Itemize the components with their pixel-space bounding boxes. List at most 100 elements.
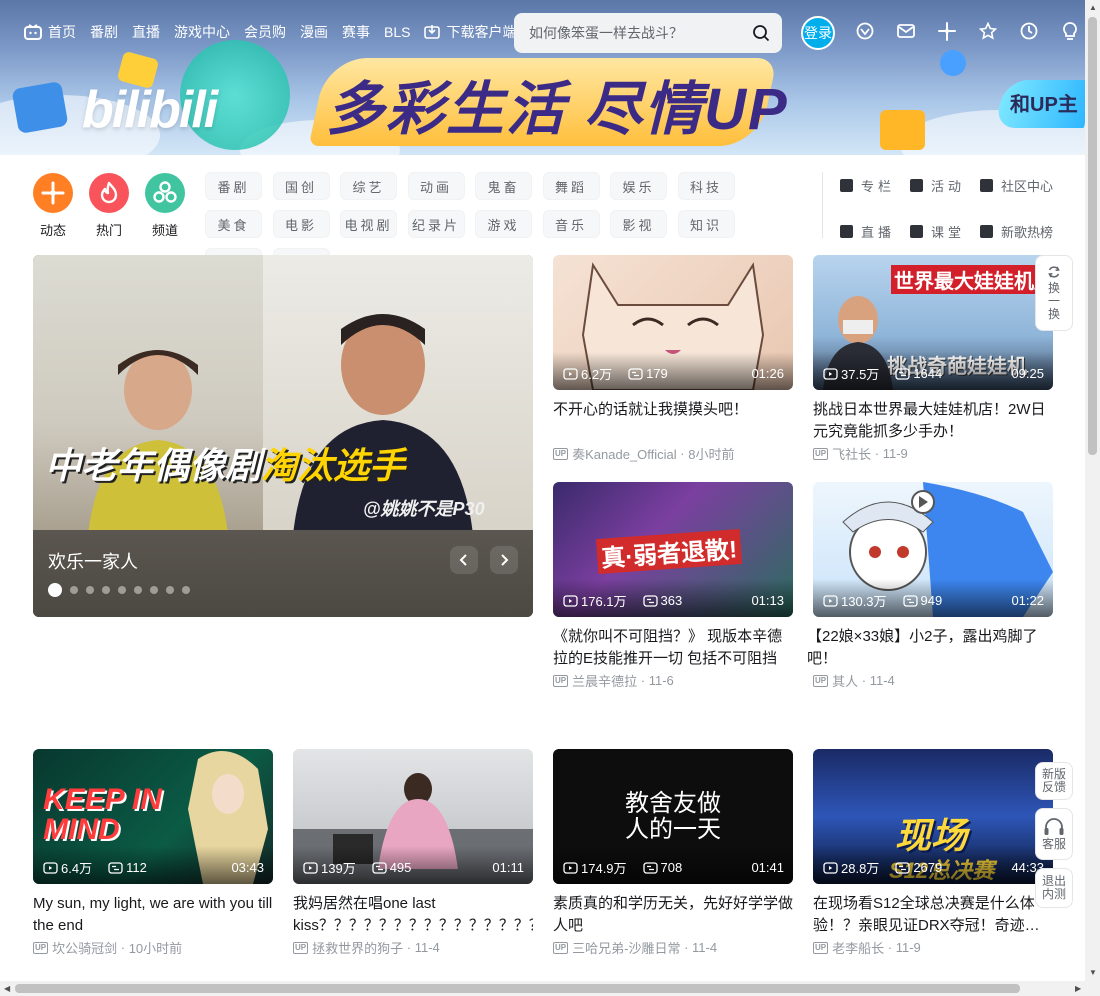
horizontal-scroll-thumb[interactable] xyxy=(15,984,1020,993)
video-title[interactable]: 我妈居然在唱one last kiss？？？？？？？？？？？？？？？？？？ xyxy=(293,893,533,937)
video-owner[interactable]: UP 兰晨辛德拉 · 11-6 xyxy=(553,671,793,690)
history-icon[interactable] xyxy=(1020,22,1038,42)
vip-icon[interactable] xyxy=(856,22,874,42)
nav-item-bls[interactable]: BLS xyxy=(384,24,410,40)
quick-link[interactable]: 新歌热榜 xyxy=(980,218,1060,244)
video-card[interactable]: 真·弱者退散! 176.1万 363 01:13 《就你叫不可阻挡？》 现版本辛德拉的E… xyxy=(553,482,793,690)
video-card[interactable]: 现场S12总决赛28.8万267944:33 在现场看S12全球总决赛是什么体验！… xyxy=(813,749,1053,957)
channel-hot-button[interactable] xyxy=(89,173,129,213)
video-owner[interactable]: UP 飞社长 · 11-9 xyxy=(813,444,1053,463)
nav-item-live[interactable]: 直播 xyxy=(132,22,160,42)
carousel-prev-button[interactable] xyxy=(450,546,478,574)
horizontal-scrollbar[interactable]: ◀ ▶ xyxy=(0,981,1100,996)
video-owner[interactable]: UP 奏Kanade_Official · 8小时前 xyxy=(553,444,793,463)
quick-link[interactable]: 专栏 xyxy=(840,172,910,198)
carousel-next-button[interactable] xyxy=(490,546,518,574)
carousel-dot[interactable] xyxy=(150,586,158,594)
creation-icon[interactable] xyxy=(1061,22,1079,42)
category-tag[interactable]: 鬼畜 xyxy=(475,172,532,200)
nav-item-mall[interactable]: 会员购 xyxy=(244,22,286,42)
quick-link[interactable]: 直播 xyxy=(840,218,910,244)
video-title[interactable]: My sun, my light, we are with you till t… xyxy=(33,893,273,937)
category-tag[interactable]: 动画 xyxy=(407,172,465,200)
quick-link[interactable]: 课堂 xyxy=(910,218,980,244)
video-thumbnail[interactable]: KEEP IN MIND 6.4万 112 03:43 xyxy=(33,749,273,884)
category-tag[interactable]: 科技 xyxy=(677,172,735,200)
category-tag[interactable]: 电影 xyxy=(272,210,330,238)
dynamic-icon[interactable] xyxy=(938,22,956,42)
refresh-button[interactable]: 换一换 xyxy=(1035,255,1073,331)
nav-item-home[interactable]: 首页 xyxy=(24,22,76,42)
carousel-dot[interactable] xyxy=(118,586,126,594)
video-owner[interactable]: UP 坎公骑冠剑 · 10小时前 xyxy=(33,938,273,957)
video-card[interactable]: 130.3万 949 01:22 【22娘×33娘】小2子，露出鸡脚了吧！ UP 其人 ·… xyxy=(807,482,1053,690)
category-tag[interactable]: 番剧 xyxy=(205,172,262,200)
category-tag[interactable]: 音乐 xyxy=(542,210,600,238)
category-tag[interactable]: 国创 xyxy=(272,172,330,200)
nav-item-manga[interactable]: 漫画 xyxy=(300,22,328,42)
nav-item-esports[interactable]: 赛事 xyxy=(342,22,370,42)
category-tag[interactable]: 影视 xyxy=(610,210,667,238)
scroll-left-arrow-icon[interactable]: ◀ xyxy=(4,984,10,993)
category-tag[interactable]: 娱乐 xyxy=(610,172,667,200)
category-tag[interactable]: 纪录片 xyxy=(407,210,465,238)
carousel-dot[interactable] xyxy=(48,583,62,597)
carousel-dot[interactable] xyxy=(134,586,142,594)
video-thumbnail[interactable]: 6.2万 179 01:26 xyxy=(553,255,793,390)
video-thumbnail[interactable]: 139万 495 01:11 xyxy=(293,749,533,884)
favorites-icon[interactable] xyxy=(979,22,997,42)
carousel-dot[interactable] xyxy=(86,586,94,594)
featured-carousel[interactable]: 中老年偶像剧淘汰选手 @姚姚不是P30 欢乐一家人 xyxy=(33,255,533,617)
video-card[interactable]: 教舍友做人的一天 174.9万 708 01:41 素质真的和学历无关，先好好学学做人吧… xyxy=(553,749,793,957)
video-card[interactable]: KEEP IN MIND 6.4万 112 03:43 My sun, my light… xyxy=(33,749,273,957)
scroll-down-arrow-icon[interactable]: ▼ xyxy=(1089,968,1097,977)
video-owner[interactable]: UP 其人 · 11-4 xyxy=(813,671,1053,690)
login-button[interactable]: 登录 xyxy=(801,16,835,50)
carousel-caption[interactable]: 欢乐一家人 xyxy=(48,548,138,574)
carousel-dot[interactable] xyxy=(182,586,190,594)
scroll-up-arrow-icon[interactable]: ▲ xyxy=(1089,3,1097,12)
video-owner[interactable]: UP 拯救世界的狗子 · 11-4 xyxy=(293,938,533,957)
video-title[interactable]: 在现场看S12全球总决赛是什么体验！？亲眼见证DRX夺冠！奇迹的诞生 xyxy=(813,893,1053,937)
video-card[interactable]: 139万 495 01:11 我妈居然在唱one last kiss？？？？？？？？？… xyxy=(293,749,533,957)
video-title[interactable]: 《就你叫不可阻挡？》 现版本辛德拉的E技能推开一切 包括不可阻挡 xyxy=(553,626,793,670)
category-tag[interactable]: 综艺 xyxy=(340,172,397,200)
carousel-dot[interactable] xyxy=(102,586,110,594)
vertical-scroll-thumb[interactable] xyxy=(1088,17,1097,455)
vertical-scrollbar[interactable]: ▲ ▼ xyxy=(1085,0,1100,981)
bilibili-logo[interactable]: bilibili xyxy=(82,80,218,140)
video-thumbnail[interactable]: 真·弱者退散! 176.1万 363 01:13 xyxy=(553,482,793,617)
nav-item-game-center[interactable]: 游戏中心 xyxy=(174,22,230,42)
video-title[interactable]: 不开心的话就让我摸摸头吧！ xyxy=(553,399,793,443)
carousel-dot[interactable] xyxy=(70,586,78,594)
message-icon[interactable] xyxy=(897,22,915,42)
search-input[interactable] xyxy=(529,25,752,41)
video-card[interactable]: 6.2万 179 01:26 不开心的话就让我摸摸头吧！ UP 奏Kanade_Offic… xyxy=(553,255,793,463)
scroll-right-arrow-icon[interactable]: ▶ xyxy=(1075,984,1081,993)
quick-link[interactable]: 社区中心 xyxy=(980,172,1060,198)
channel-channels-button[interactable] xyxy=(145,173,185,213)
video-thumbnail[interactable]: 现场S12总决赛28.8万267944:33 xyxy=(813,749,1053,884)
category-tag[interactable]: 游戏 xyxy=(475,210,532,238)
category-tag[interactable]: 美食 xyxy=(205,210,262,238)
video-owner[interactable]: UP 三哈兄弟-沙雕日常 · 11-4 xyxy=(553,938,793,957)
nav-item-anime[interactable]: 番剧 xyxy=(90,22,118,42)
carousel-dot[interactable] xyxy=(166,586,174,594)
video-title[interactable]: 素质真的和学历无关，先好好学学做人吧 xyxy=(553,893,793,937)
video-thumbnail[interactable]: 教舍友做人的一天 174.9万 708 01:41 xyxy=(553,749,793,884)
video-title[interactable]: 挑战日本世界最大娃娃机店！2W日元究竟能抓多少手办！ xyxy=(813,399,1053,443)
channel-dynamic-button[interactable] xyxy=(33,173,73,213)
customer-service-button[interactable]: 客服 xyxy=(1035,808,1073,860)
category-tag[interactable]: 舞蹈 xyxy=(542,172,600,200)
video-owner[interactable]: UP 老李船长 · 11-9 xyxy=(813,938,1053,957)
category-tag[interactable]: 知识 xyxy=(677,210,735,238)
video-thumbnail[interactable]: 世界最大娃娃机店挑战奇葩娃娃机37.5万164409:25 xyxy=(813,255,1053,390)
video-card[interactable]: 世界最大娃娃机店挑战奇葩娃娃机37.5万164409:25 挑战日本世界最大娃娃机… xyxy=(813,255,1053,463)
category-tag[interactable]: 电视剧 xyxy=(340,210,397,238)
search-icon[interactable] xyxy=(752,24,770,42)
quick-link[interactable]: 活动 xyxy=(910,172,980,198)
video-title[interactable]: 【22娘×33娘】小2子，露出鸡脚了吧！ xyxy=(807,626,1053,670)
exit-beta-button[interactable]: 退出内测 xyxy=(1035,868,1073,908)
video-thumbnail[interactable]: 130.3万 949 01:22 xyxy=(813,482,1053,617)
feedback-button[interactable]: 新版反馈 xyxy=(1035,762,1073,800)
